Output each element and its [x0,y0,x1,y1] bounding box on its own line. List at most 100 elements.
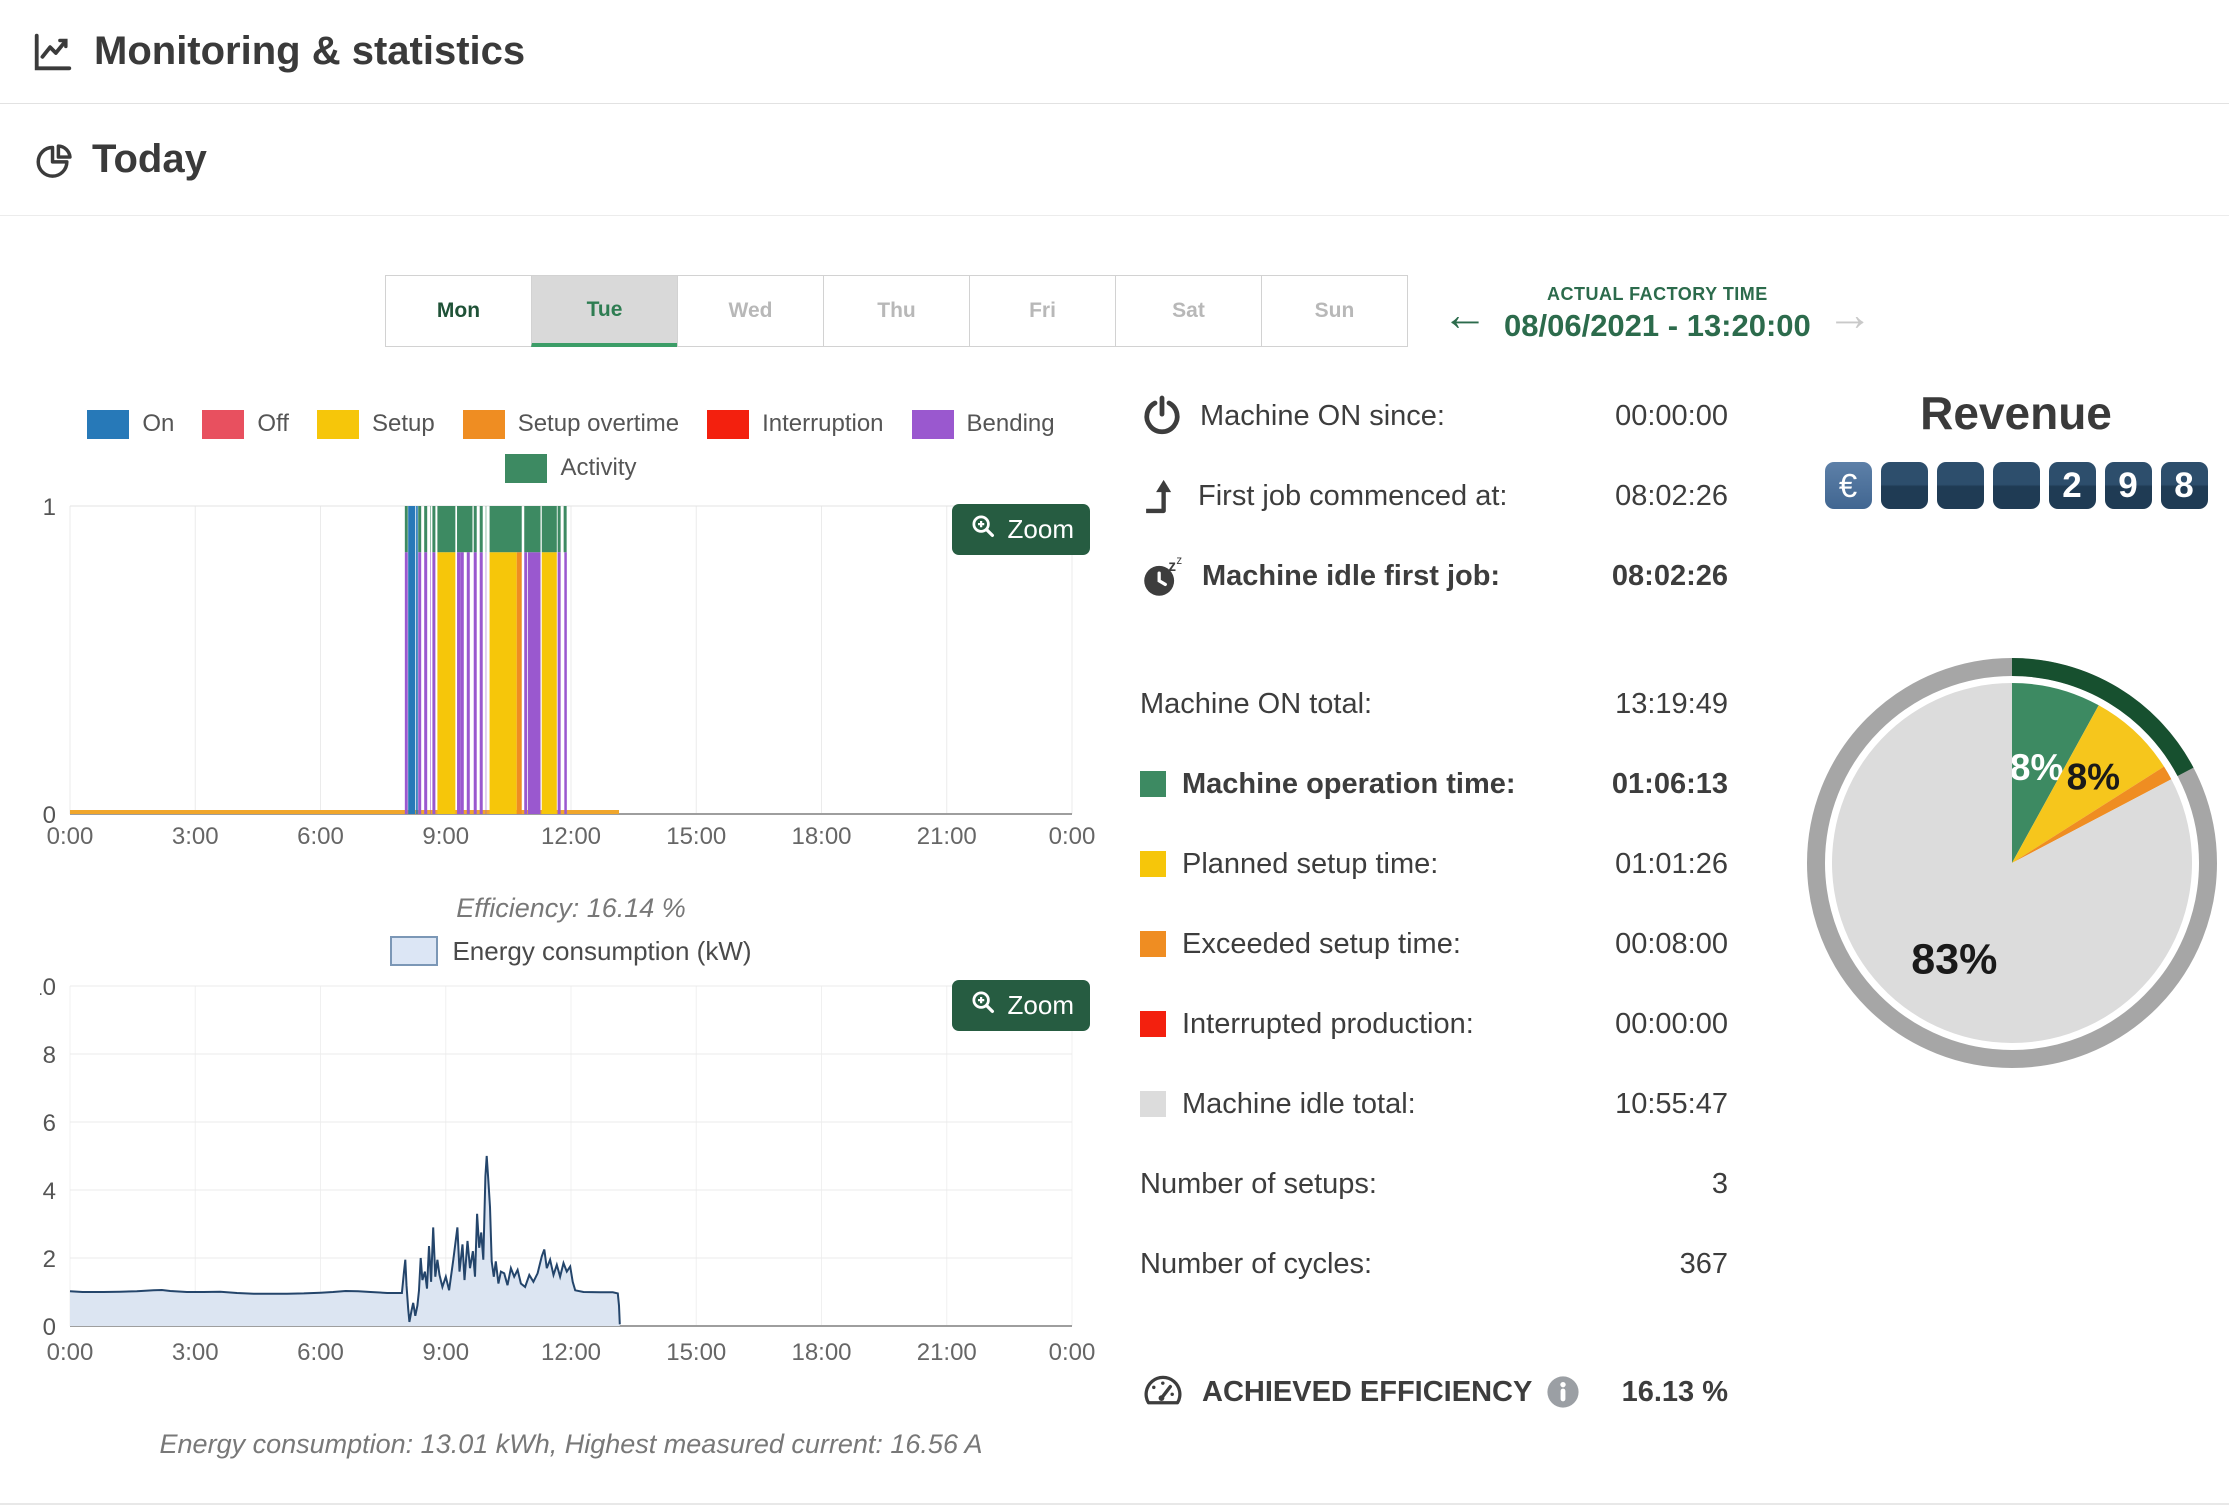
currency-tile: € [1824,462,1872,509]
digit-tile [1880,462,1928,509]
svg-text:z: z [1168,558,1176,575]
stat-row: Exceeded setup time: 00:08:00 [1140,904,1728,984]
stat-value: 00:08:00 [1615,927,1728,960]
legend-label: On [142,410,175,437]
stat-row: Number of cycles: 367 [1140,1224,1728,1304]
energy-legend-label: Energy consumption (kW) [452,935,752,966]
stat-label: First job commenced at: [1198,479,1508,512]
section-title: Today [92,137,207,181]
revenue-panel: Revenue €2 9 8 8% 8% 83% [1800,386,2229,1090]
svg-text:3:00: 3:00 [172,823,219,850]
svg-text:6:00: 6:00 [297,1339,344,1366]
svg-text:1: 1 [43,494,56,521]
factory-time-value: 08/06/2021 - 13:20:00 [1504,308,1811,343]
stat-row: z z Machine idle first job: 08:02:26 [1140,536,1728,616]
tab-tue[interactable]: Tue [531,275,678,347]
svg-text:21:00: 21:00 [917,1339,977,1366]
energy-legend-swatch [390,936,439,966]
svg-text:8%: 8% [2010,747,2063,788]
legend-item-activity[interactable]: Activity [505,453,637,483]
stat-value: 367 [1679,1247,1728,1280]
zoom-button-label: Zoom [1007,990,1074,1020]
activity-chart: 0:00 3:00 6:00 9:00 12:00 15:00 18:00 21:00 0:00… [40,494,1102,891]
tab-mon[interactable]: Mon [385,275,532,347]
legend-swatch [505,453,548,483]
tab-sat[interactable]: Sat [1115,275,1262,347]
prev-day-arrow[interactable]: ← [1442,291,1488,337]
energy-caption: Energy consumption: 13.01 kWh, Highest m… [159,1429,983,1459]
legend-item-interruption[interactable]: Interruption [707,409,884,439]
activity-zoom-button[interactable]: Zoom [951,504,1090,555]
svg-text:83%: 83% [1911,936,1997,984]
stat-row: Machine ON total: 13:19:49 [1140,664,1728,744]
revenue-title: Revenue [1920,387,2112,439]
legend-item-setup-overtime[interactable]: Setup overtime [462,409,679,439]
app-header: Monitoring & statistics [0,0,2229,104]
svg-text:21:00: 21:00 [917,823,977,850]
stat-value: 01:01:26 [1615,847,1728,880]
legend-label: Activity [560,454,637,481]
stat-value: 00:00:00 [1615,1007,1728,1040]
stats-panel: Machine ON since: 00:00:00 First job comme… [1140,376,1728,1432]
legend-item-off[interactable]: Off [202,409,289,439]
stat-label: ACHIEVED EFFICIENCY [1202,1375,1533,1408]
legend-swatch [707,409,750,439]
activity-chart-svg: 0:00 3:00 6:00 9:00 12:00 15:00 18:00 21:00 0:00… [43,494,1096,850]
svg-text:0: 0 [43,802,56,829]
svg-text:15:00: 15:00 [666,823,726,850]
legend-swatch [911,409,954,439]
svg-text:0:00: 0:00 [1049,823,1096,850]
power-icon [1140,394,1184,438]
stat-row: ACHIEVED EFFICIENCY 16.13 % [1140,1352,1728,1432]
next-day-arrow[interactable]: → [1827,291,1873,337]
stat-color-swatch [1140,1091,1166,1117]
svg-text:0:00: 0:00 [1049,1339,1096,1366]
page-title: Monitoring & statistics [94,29,526,73]
stat-color-swatch [1140,851,1166,877]
stat-value: 08:02:26 [1615,479,1728,512]
pie-chart-icon [32,138,76,182]
revenue-counter: €2 9 8 [1800,462,2229,509]
energy-zoom-button[interactable]: Zoom [951,980,1090,1031]
svg-text:12:00: 12:00 [541,1339,601,1366]
svg-text:10: 10 [40,974,56,1001]
tab-fri[interactable]: Fri [969,275,1116,347]
stat-row: Planned setup time: 01:01:26 [1140,824,1728,904]
tab-wed[interactable]: Wed [677,275,824,347]
svg-text:8: 8 [43,1042,56,1069]
svg-text:4: 4 [43,1178,56,1205]
stat-value: 00:00:00 [1615,399,1728,432]
gauge-icon [1140,1369,1186,1415]
legend-swatch [316,409,359,439]
energy-legend-item[interactable]: Energy consumption (kW) [40,932,1102,970]
legend-item-on[interactable]: On [87,409,175,439]
legend-label: Off [257,410,289,437]
magnifier-plus-icon [968,987,998,1024]
tab-thu[interactable]: Thu [823,275,970,347]
stat-color-swatch [1140,1011,1166,1037]
digit-tile: 9 [2104,462,2152,509]
legend-item-bending[interactable]: Bending [911,409,1055,439]
digit-tile: 8 [2160,462,2208,509]
legend-item-setup[interactable]: Setup [316,409,435,439]
zoom-button-label: Zoom [1007,514,1074,544]
stat-value: 10:55:47 [1615,1087,1728,1120]
monitoring-dashboard: Monitoring & statistics Today Mon Tue Wed T… [0,0,2229,1505]
magnifier-plus-icon [968,511,998,548]
stat-row: Machine operation time: 01:06:13 [1140,744,1728,824]
stat-color-swatch [1140,931,1166,957]
stat-label: Machine operation time: [1182,767,1516,800]
tab-sun[interactable]: Sun [1261,275,1408,347]
legend-label: Interruption [762,410,884,437]
section-header: Today [0,104,2229,216]
info-icon[interactable] [1546,1375,1580,1409]
stat-label: Number of setups: [1140,1167,1377,1200]
svg-text:z: z [1176,555,1182,567]
svg-text:9:00: 9:00 [422,823,469,850]
machine-state-legend: On Off Setup Setup overtime Interruption Bend… [40,406,1102,442]
svg-text:2: 2 [43,1246,56,1273]
legend-swatch [202,409,245,439]
stat-label: Exceeded setup time: [1182,927,1461,960]
stat-row: Machine ON since: 00:00:00 [1140,376,1728,456]
stat-group: Machine ON since: 00:00:00 First job comme… [1140,376,1728,616]
